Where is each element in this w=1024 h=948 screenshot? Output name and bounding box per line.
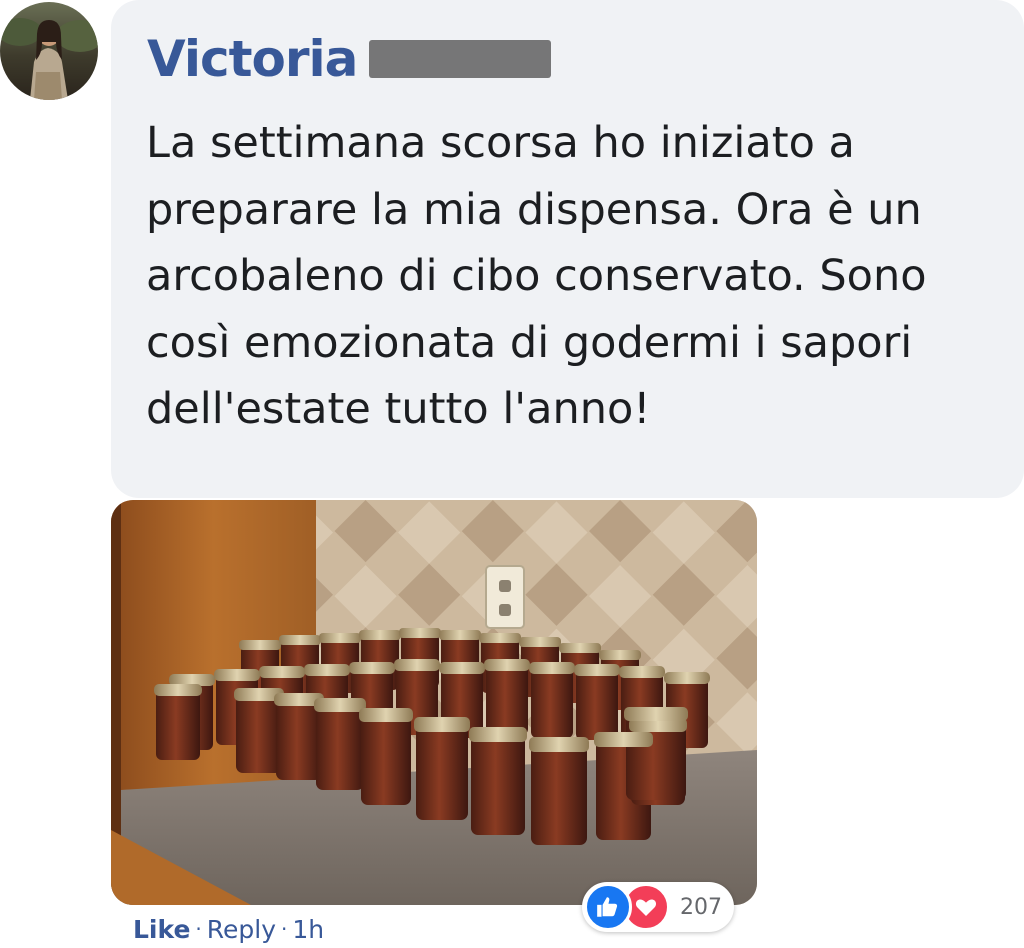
reply-link[interactable]: Reply [207,915,276,944]
separator: · [195,917,202,941]
comment-actions: Like · Reply · 1h [133,910,324,948]
redacted-surname [369,40,552,78]
reaction-count: 207 [680,894,722,920]
comment-author[interactable]: Victoria [147,24,552,94]
reactions-summary[interactable]: 207 [582,882,734,932]
like-link[interactable]: Like [133,915,190,944]
author-name[interactable]: Victoria [147,30,358,88]
timestamp[interactable]: 1h [292,915,324,944]
profile-photo-icon [0,2,98,100]
attached-photo[interactable] [111,500,757,905]
like-reaction-icon [584,883,632,931]
avatar[interactable] [0,2,98,100]
separator: · [281,917,288,941]
comment-text: La settimana scorsa ho iniziato a prepar… [146,118,927,434]
photo-of-canned-jars-icon [111,500,757,905]
